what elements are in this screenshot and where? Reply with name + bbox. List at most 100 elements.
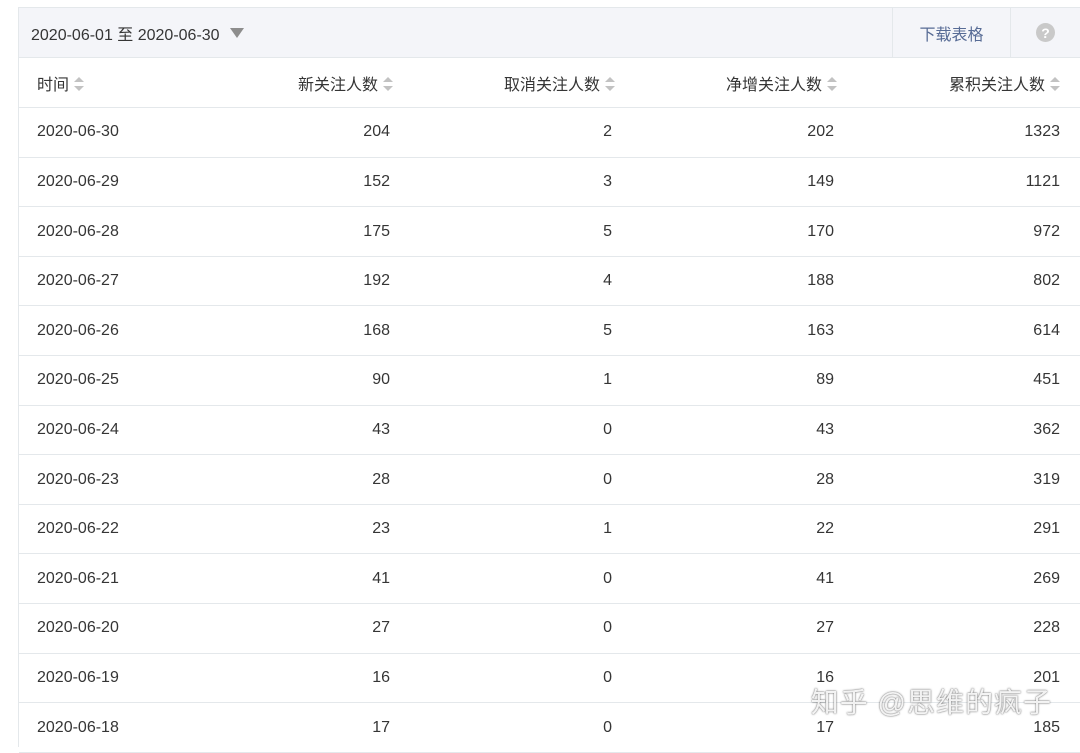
cell-net-followers: 202: [633, 107, 855, 158]
date-range-picker[interactable]: 2020-06-01 至 2020-06-30: [19, 8, 892, 57]
column-header-label: 净增关注人数: [725, 76, 822, 94]
table-row: 2020-06-19 16 0 16 201: [19, 653, 1080, 704]
cell-net-followers: 28: [633, 454, 855, 505]
cell-date: 2020-06-21: [19, 553, 219, 605]
table-row: 2020-06-26 168 5 163 614: [19, 305, 1080, 357]
cell-date: 2020-06-23: [19, 454, 219, 505]
cell-unfollows: 5: [411, 305, 633, 357]
cell-new-followers: 90: [219, 355, 411, 406]
cell-date: 2020-06-20: [19, 603, 219, 654]
cell-total-followers: 802: [855, 256, 1080, 307]
cell-date: 2020-06-28: [19, 206, 219, 257]
column-header-label: 新关注人数: [297, 76, 378, 94]
table-header-row: 时间 新关注人数 取消关注人数 净增关注人数 累积关注人数: [19, 58, 1080, 109]
cell-unfollows: 0: [411, 653, 633, 704]
cell-date: 2020-06-24: [19, 405, 219, 456]
sort-icon[interactable]: [605, 77, 615, 92]
sort-icon[interactable]: [827, 77, 837, 92]
column-header-time[interactable]: 时间: [19, 58, 219, 109]
cell-new-followers: 43: [219, 405, 411, 456]
cell-total-followers: 614: [855, 305, 1080, 357]
cell-total-followers: 972: [855, 206, 1080, 257]
cell-total-followers: 269: [855, 553, 1080, 605]
table-row: 2020-06-18 17 0 17 185: [19, 702, 1080, 753]
cell-unfollows: 0: [411, 454, 633, 505]
cell-new-followers: 28: [219, 454, 411, 505]
cell-date: 2020-06-29: [19, 157, 219, 208]
cell-total-followers: 291: [855, 504, 1080, 555]
cell-net-followers: 163: [633, 305, 855, 357]
cell-date: 2020-06-30: [19, 107, 219, 158]
cell-total-followers: 185: [855, 702, 1080, 753]
cell-unfollows: 1: [411, 355, 633, 406]
column-header-net-followers[interactable]: 净增关注人数: [633, 58, 855, 109]
sort-icon[interactable]: [383, 77, 393, 92]
cell-new-followers: 23: [219, 504, 411, 555]
table-row: 2020-06-27 192 4 188 802: [19, 256, 1080, 307]
table-row: 2020-06-30 204 2 202 1323: [19, 107, 1080, 158]
cell-date: 2020-06-18: [19, 702, 219, 753]
help-icon[interactable]: ?: [1036, 23, 1055, 42]
cell-date: 2020-06-19: [19, 653, 219, 704]
cell-unfollows: 5: [411, 206, 633, 257]
date-range-label: 2020-06-01 至 2020-06-30: [31, 26, 220, 44]
cell-total-followers: 319: [855, 454, 1080, 505]
cell-total-followers: 451: [855, 355, 1080, 406]
help-button[interactable]: ?: [1010, 8, 1080, 57]
cell-new-followers: 16: [219, 653, 411, 704]
cell-net-followers: 22: [633, 504, 855, 555]
cell-net-followers: 16: [633, 653, 855, 704]
cell-new-followers: 17: [219, 702, 411, 753]
column-header-unfollows[interactable]: 取消关注人数: [411, 58, 633, 109]
cell-unfollows: 0: [411, 553, 633, 605]
cell-net-followers: 188: [633, 256, 855, 307]
table-row: 2020-06-21 41 0 41 269: [19, 553, 1080, 605]
cell-new-followers: 41: [219, 553, 411, 605]
download-table-label: 下载表格: [919, 26, 984, 44]
table-row: 2020-06-28 175 5 170 972: [19, 206, 1080, 257]
cell-net-followers: 27: [633, 603, 855, 654]
download-table-button[interactable]: 下载表格: [892, 8, 1010, 57]
cell-unfollows: 2: [411, 107, 633, 158]
cell-new-followers: 192: [219, 256, 411, 307]
cell-unfollows: 0: [411, 702, 633, 753]
column-header-label: 累积关注人数: [948, 76, 1045, 94]
sort-icon[interactable]: [1050, 77, 1060, 92]
column-header-label: 取消关注人数: [503, 76, 600, 94]
table-row: 2020-06-22 23 1 22 291: [19, 504, 1080, 555]
followers-data-panel: 2020-06-01 至 2020-06-30 下载表格 ? 时间 新关注人数 …: [18, 7, 1080, 753]
table-row: 2020-06-29 152 3 149 1121: [19, 157, 1080, 208]
cell-total-followers: 1323: [855, 107, 1080, 158]
cell-new-followers: 204: [219, 107, 411, 158]
table-row: 2020-06-20 27 0 27 228: [19, 603, 1080, 654]
cell-new-followers: 175: [219, 206, 411, 257]
sort-icon[interactable]: [74, 77, 85, 92]
cell-unfollows: 3: [411, 157, 633, 208]
cell-net-followers: 170: [633, 206, 855, 257]
cell-net-followers: 43: [633, 405, 855, 456]
cell-date: 2020-06-25: [19, 355, 219, 406]
cell-unfollows: 0: [411, 603, 633, 654]
cell-new-followers: 152: [219, 157, 411, 208]
cell-unfollows: 0: [411, 405, 633, 456]
cell-net-followers: 89: [633, 355, 855, 406]
table-toolbar: 2020-06-01 至 2020-06-30 下载表格 ?: [19, 8, 1080, 58]
cell-unfollows: 4: [411, 256, 633, 307]
column-header-new-followers[interactable]: 新关注人数: [219, 58, 411, 109]
cell-new-followers: 27: [219, 603, 411, 654]
cell-date: 2020-06-26: [19, 305, 219, 357]
cell-date: 2020-06-22: [19, 504, 219, 555]
cell-total-followers: 362: [855, 405, 1080, 456]
table-row: 2020-06-24 43 0 43 362: [19, 405, 1080, 456]
caret-down-icon[interactable]: [229, 28, 244, 38]
column-header-total-followers[interactable]: 累积关注人数: [855, 58, 1080, 109]
cell-total-followers: 228: [855, 603, 1080, 654]
table-row: 2020-06-23 28 0 28 319: [19, 454, 1080, 505]
cell-net-followers: 17: [633, 702, 855, 753]
cell-unfollows: 1: [411, 504, 633, 555]
followers-table: 时间 新关注人数 取消关注人数 净增关注人数 累积关注人数 2020-06-30…: [19, 58, 1080, 753]
cell-new-followers: 168: [219, 305, 411, 357]
cell-total-followers: 1121: [855, 157, 1080, 208]
cell-net-followers: 149: [633, 157, 855, 208]
column-header-label: 时间: [37, 76, 70, 94]
